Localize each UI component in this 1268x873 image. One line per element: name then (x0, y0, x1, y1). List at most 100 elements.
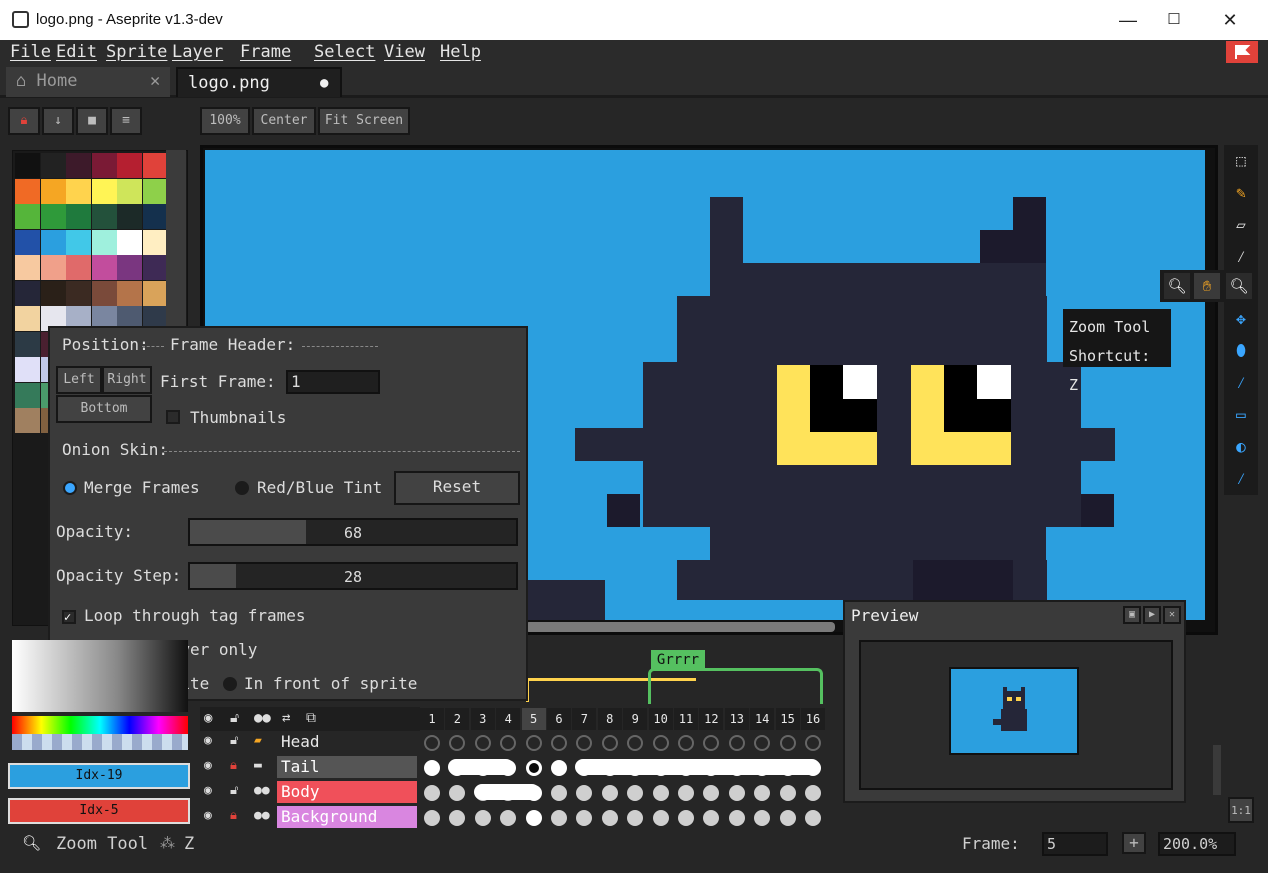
cel[interactable] (474, 810, 491, 826)
lock-header-icon[interactable]: 🔓︎ (230, 707, 239, 729)
frame-number-7[interactable]: 7 (572, 708, 597, 730)
frame-number-16[interactable]: 16 (801, 708, 825, 730)
loop-tag-frames-checkbox[interactable]: ✓ (62, 610, 76, 624)
cel[interactable] (678, 785, 694, 801)
linked-cels-bar[interactable] (448, 759, 514, 775)
palette-swatch[interactable] (117, 178, 142, 204)
reset-button[interactable]: Reset (394, 471, 520, 505)
ratio-button[interactable]: 1:1 (1228, 797, 1254, 823)
cel[interactable] (474, 735, 491, 751)
thumbnails-checkbox[interactable] (166, 410, 180, 424)
position-left-button[interactable]: Left (56, 366, 102, 394)
frame-number-12[interactable]: 12 (699, 708, 724, 730)
tab-close-icon[interactable]: ✕ (150, 67, 160, 95)
continuous-icon[interactable]: ●● (254, 783, 270, 798)
cel[interactable] (779, 785, 796, 801)
layer-name[interactable]: Background (277, 806, 417, 828)
frame-number-13[interactable]: 13 (724, 708, 749, 730)
eye-icon[interactable]: ◉ (204, 758, 212, 773)
cel[interactable] (551, 735, 567, 751)
palette-swatch[interactable] (66, 280, 91, 306)
palette-swatch[interactable] (117, 280, 142, 306)
frame-number-5[interactable]: 5 (521, 708, 546, 730)
frame-number-9[interactable]: 9 (623, 708, 648, 730)
hue-slider[interactable] (12, 716, 188, 734)
cel[interactable] (551, 760, 567, 776)
palette-sort-icon[interactable]: ↓ (42, 107, 74, 135)
close-window-button[interactable]: ✕ (1207, 6, 1253, 34)
palette-swatch[interactable] (91, 178, 117, 204)
tab-home[interactable]: ⌂ Home ✕ (6, 67, 170, 97)
tag-label[interactable]: Grrrr (651, 650, 705, 670)
minimize-button[interactable]: — (1105, 6, 1151, 34)
palette-options-icon[interactable]: ≡ (110, 107, 142, 135)
eye-icon[interactable]: ◉ (204, 808, 212, 823)
line-tool-icon[interactable]: ⁄ (1227, 369, 1255, 397)
palette-swatch[interactable] (142, 280, 168, 306)
lock-icon[interactable]: 🔒︎ (230, 758, 237, 773)
cel[interactable] (424, 735, 440, 751)
menu-select[interactable]: Select (314, 42, 375, 62)
cel[interactable] (424, 760, 440, 776)
palette-swatch[interactable] (15, 408, 40, 433)
cel[interactable] (779, 810, 796, 826)
frame-number-6[interactable]: 6 (547, 708, 571, 730)
frame-number-15[interactable]: 15 (775, 708, 800, 730)
alpha-slider[interactable] (12, 734, 188, 750)
palette-swatch[interactable] (66, 153, 91, 178)
palette-swatch[interactable] (15, 204, 40, 229)
contour-tool-icon[interactable]: ◐ (1227, 433, 1255, 461)
cel[interactable] (601, 735, 618, 751)
menu-help[interactable]: Help (440, 42, 481, 62)
cel[interactable] (728, 735, 745, 751)
palette-swatch[interactable] (40, 204, 66, 229)
cel[interactable] (551, 785, 567, 801)
palette-swatch[interactable] (40, 255, 66, 280)
center-button[interactable]: Center (252, 107, 316, 135)
menu-file[interactable]: File (10, 42, 51, 62)
position-bottom-button[interactable]: Bottom (56, 395, 152, 423)
palette-swatch[interactable] (91, 153, 117, 178)
palette-swatch[interactable] (142, 255, 168, 280)
cel[interactable] (551, 810, 567, 826)
menu-view[interactable]: View (384, 42, 425, 62)
color-shade-picker[interactable] (12, 640, 188, 712)
menu-frame[interactable]: Frame (240, 42, 291, 62)
background-color[interactable]: Idx-5 (8, 798, 190, 824)
cel[interactable] (601, 785, 618, 801)
frame-input[interactable]: 5 (1042, 832, 1108, 856)
cel[interactable] (805, 785, 821, 801)
cel[interactable] (728, 785, 745, 801)
merge-frames-radio[interactable] (63, 481, 77, 495)
cel[interactable] (424, 785, 440, 801)
red-blue-tint-radio[interactable] (235, 481, 249, 495)
frame-number-1[interactable]: 1 (420, 708, 444, 730)
foreground-color[interactable]: Idx-19 (8, 763, 190, 789)
palette-swatch[interactable] (142, 153, 168, 178)
cel[interactable] (805, 735, 821, 751)
palette-swatch[interactable] (142, 229, 168, 255)
cel[interactable] (652, 810, 669, 826)
lock-icon[interactable]: 🔒︎ (230, 808, 237, 823)
eraser-tool-icon[interactable]: ▱ (1227, 211, 1255, 239)
layer-name[interactable]: Head (277, 731, 417, 753)
palette-swatch[interactable] (40, 229, 66, 255)
frame-number-4[interactable]: 4 (496, 708, 521, 730)
palette-swatch[interactable] (142, 178, 168, 204)
palette-swatch[interactable] (117, 204, 142, 229)
linked-cels-bar[interactable] (575, 759, 820, 775)
fit-screen-button[interactable]: Fit Screen (318, 107, 410, 135)
layer-name[interactable]: Body (277, 781, 417, 803)
cel[interactable] (525, 760, 542, 776)
eye-icon[interactable]: ◉ (204, 783, 212, 798)
palette-swatch[interactable] (15, 331, 40, 357)
lock-icon[interactable]: 🔓︎ (230, 733, 238, 748)
palette-swatch[interactable] (15, 229, 40, 255)
visibility-header-icon[interactable]: ◉ (204, 707, 212, 729)
first-frame-input[interactable]: 1 (286, 370, 380, 394)
palette-swatch[interactable] (91, 204, 117, 229)
layer-options-icon[interactable]: ⧉ (306, 707, 316, 729)
cel[interactable] (805, 810, 821, 826)
palette-swatch[interactable] (91, 255, 117, 280)
palette-swatch[interactable] (40, 280, 66, 306)
